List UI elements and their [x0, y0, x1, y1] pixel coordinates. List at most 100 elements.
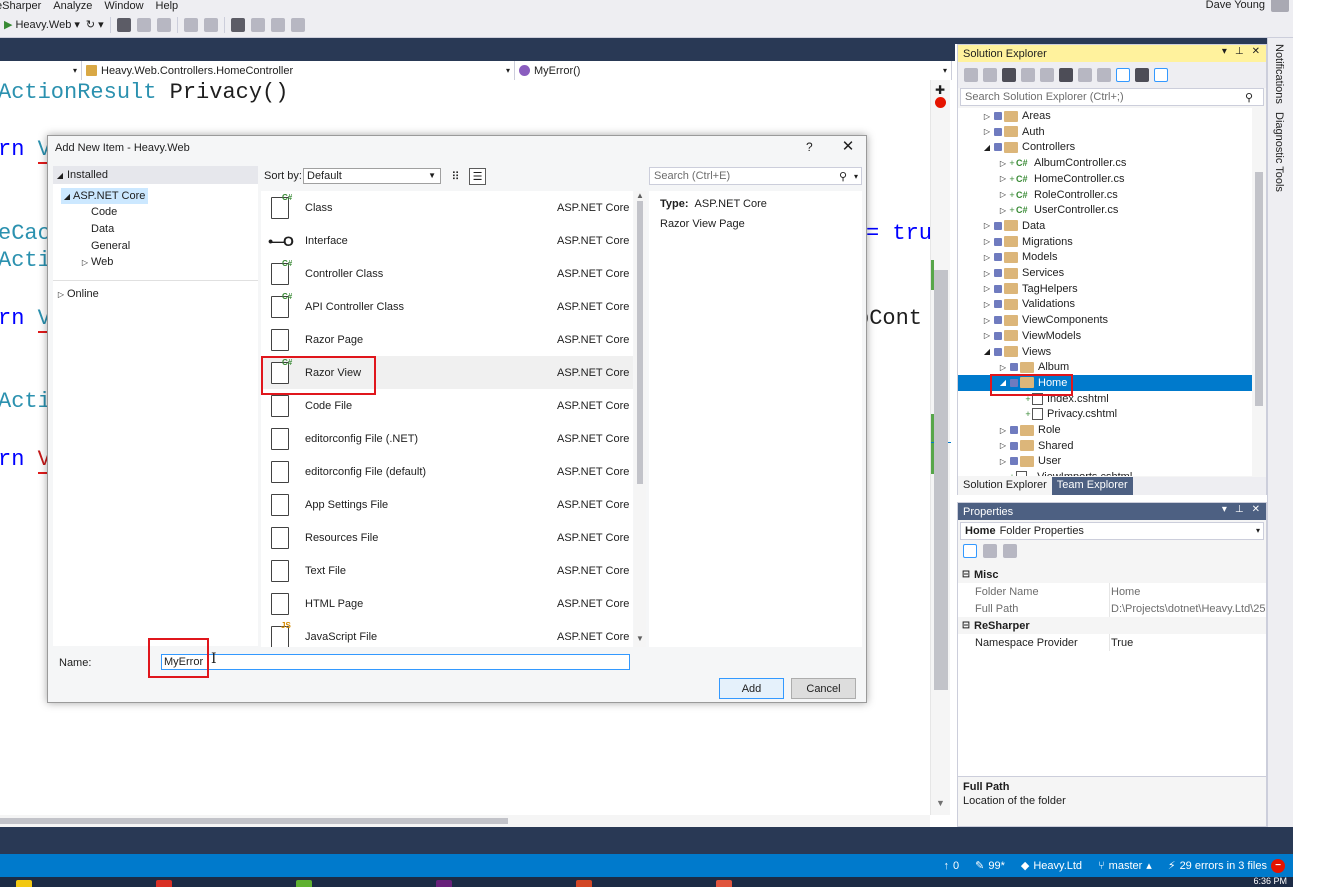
taskbar-clock[interactable]: 6:36 PM — [1253, 876, 1287, 886]
close-button[interactable]: ✕ — [839, 137, 857, 155]
template-item[interactable]: C# Razor View ASP.NET Core — [261, 356, 633, 389]
tree-node-aspnet-core[interactable]: ◢ ASP.NET Core — [61, 188, 149, 204]
outdent-icon[interactable] — [156, 17, 171, 32]
tree-item[interactable]: ▷ + C# AlbumController.cs — [958, 155, 1252, 171]
tree-item[interactable]: ▷ Models — [958, 249, 1252, 265]
tree-node-general[interactable]: General — [91, 238, 130, 254]
pin-icon[interactable]: ⊥ — [1235, 46, 1244, 57]
property-category[interactable]: ⊟ Misc — [958, 566, 1266, 583]
scroll-down-icon[interactable]: ▼ — [636, 634, 644, 643]
expand-icon[interactable]: ▷ — [998, 441, 1008, 450]
property-row[interactable]: Namespace Provider True — [958, 634, 1266, 651]
tree-item[interactable]: ▷ Album — [958, 359, 1252, 375]
template-item[interactable]: editorconfig File (.NET) ASP.NET Core — [261, 422, 633, 455]
project-dropdown[interactable]: ▾ — [0, 61, 82, 80]
template-item[interactable]: •—O Interface ASP.NET Core — [261, 224, 633, 257]
property-pages-icon[interactable] — [1003, 544, 1017, 558]
list-view-icon[interactable]: ☰ — [469, 168, 486, 185]
tree-item[interactable]: + _ViewImports.cshtml — [958, 469, 1252, 476]
tree-item[interactable]: ▷ Auth — [958, 124, 1252, 140]
sync-icon[interactable] — [1059, 68, 1073, 82]
close-icon[interactable]: ✕ — [1252, 504, 1260, 515]
expand-icon[interactable]: ▷ — [998, 426, 1008, 435]
template-item[interactable]: Resources File ASP.NET Core — [261, 521, 633, 554]
tree-item[interactable]: ▷ Data — [958, 218, 1252, 234]
template-item[interactable]: Razor Page ASP.NET Core — [261, 323, 633, 356]
refresh-button[interactable]: ↻ ▾ — [86, 16, 104, 34]
alphabetical-icon[interactable] — [983, 544, 997, 558]
expand-icon[interactable]: ▷ — [982, 112, 992, 121]
pending-changes-icon[interactable] — [1040, 68, 1054, 82]
template-item[interactable]: C# Class ASP.NET Core — [261, 191, 633, 224]
expand-icon[interactable]: ▷ — [982, 253, 992, 262]
editor-horizontal-scrollbar[interactable] — [0, 815, 930, 827]
taskbar-app-icon[interactable] — [576, 880, 592, 887]
bookmark-icon[interactable] — [116, 17, 131, 32]
branch-status[interactable]: ⑂ master ▴ — [1098, 859, 1152, 873]
taskbar-app-icon[interactable] — [296, 880, 312, 887]
expand-icon[interactable]: ▷ — [998, 363, 1008, 372]
close-icon[interactable]: ✕ — [1252, 46, 1260, 57]
comment-icon[interactable] — [183, 17, 198, 32]
home-icon[interactable] — [1002, 68, 1016, 82]
tab-team-explorer[interactable]: Team Explorer — [1051, 477, 1133, 495]
window-menu-icon[interactable]: ▾ — [1222, 46, 1227, 57]
help-button[interactable]: ? — [806, 140, 813, 154]
template-item[interactable]: editorconfig File (default) ASP.NET Core — [261, 455, 633, 488]
publish-status[interactable]: ↑ 0 — [944, 860, 960, 872]
solution-tree-scrollbar[interactable] — [1252, 108, 1266, 476]
tree-item[interactable]: ▷ Shared — [958, 438, 1252, 454]
back-icon[interactable] — [964, 68, 978, 82]
menu-resharper[interactable]: eSharper — [0, 0, 53, 12]
tree-item[interactable]: ▷ + C# UserController.cs — [958, 202, 1252, 218]
tree-item[interactable]: ▷ ViewModels — [958, 328, 1252, 344]
collapse-icon[interactable]: ◢ — [982, 143, 992, 152]
collapse-icon[interactable]: ◢ — [998, 378, 1008, 387]
template-item[interactable]: App Settings File ASP.NET Core — [261, 488, 633, 521]
tree-node-data[interactable]: Data — [91, 221, 114, 237]
template-item[interactable]: HTML Page ASP.NET Core — [261, 587, 633, 620]
scroll-thumb[interactable] — [934, 270, 948, 690]
tree-item[interactable]: + Index.cshtml — [958, 391, 1252, 407]
menu-analyze[interactable]: Analyze — [53, 0, 104, 12]
properties-icon[interactable] — [1135, 68, 1149, 82]
property-row[interactable]: Folder Name Home — [958, 583, 1266, 600]
editor-vertical-scrollbar[interactable]: ✚ ▼ — [930, 80, 951, 815]
expand-icon[interactable]: ▷ — [982, 331, 992, 340]
switch-views-icon[interactable] — [1021, 68, 1035, 82]
solution-explorer-title[interactable]: Solution Explorer ▾ ⊥ ✕ — [958, 45, 1266, 62]
tree-item[interactable]: ◢ Home — [958, 374, 1252, 391]
error-marker-icon[interactable] — [935, 97, 946, 108]
window-menu-icon[interactable]: ▾ — [1222, 504, 1227, 515]
tree-item[interactable]: + Privacy.cshtml — [958, 406, 1252, 422]
name-input[interactable]: MyError — [161, 654, 630, 670]
expand-icon[interactable]: ▷ — [982, 284, 992, 293]
scroll-thumb[interactable] — [1255, 172, 1263, 406]
property-category[interactable]: ⊟ ReSharper — [958, 617, 1266, 634]
forward-icon[interactable] — [983, 68, 997, 82]
scroll-up-icon[interactable]: ▲ — [636, 191, 644, 200]
scroll-thumb[interactable] — [0, 818, 508, 824]
expand-icon[interactable]: ▷ — [982, 269, 992, 278]
template-item[interactable]: JS JavaScript File ASP.NET Core — [261, 620, 633, 647]
expand-icon[interactable]: ▷ — [982, 237, 992, 246]
expand-icon[interactable]: ▷ — [982, 300, 992, 309]
solution-search-input[interactable]: Search Solution Explorer (Ctrl+;) ⚲ — [960, 88, 1264, 106]
taskbar-app-icon[interactable] — [436, 880, 452, 887]
tree-item[interactable]: ▷ + C# RoleController.cs — [958, 187, 1252, 203]
taskbar-app-icon[interactable] — [156, 880, 172, 887]
tree-item[interactable]: ▷ + C# HomeController.cs — [958, 171, 1252, 187]
tree-item[interactable]: ▷ Migrations — [958, 234, 1252, 250]
template-item[interactable]: Code File ASP.NET Core — [261, 389, 633, 422]
uncomment-icon[interactable] — [203, 17, 218, 32]
properties-title[interactable]: Properties ▾ ⊥ ✕ — [958, 503, 1266, 520]
taskbar-app-icon[interactable] — [16, 880, 32, 887]
tree-item[interactable]: ▷ Validations — [958, 296, 1252, 312]
start-debug-button[interactable]: ▶ Heavy.Web ▾ — [4, 16, 80, 34]
indent-icon[interactable] — [136, 17, 151, 32]
account-name[interactable]: Dave Young — [1206, 0, 1265, 11]
scroll-down-icon[interactable]: ▼ — [936, 798, 945, 808]
tree-item[interactable]: ▷ Services — [958, 265, 1252, 281]
template-item[interactable]: C# API Controller Class ASP.NET Core — [261, 290, 633, 323]
menu-help[interactable]: Help — [156, 0, 191, 12]
